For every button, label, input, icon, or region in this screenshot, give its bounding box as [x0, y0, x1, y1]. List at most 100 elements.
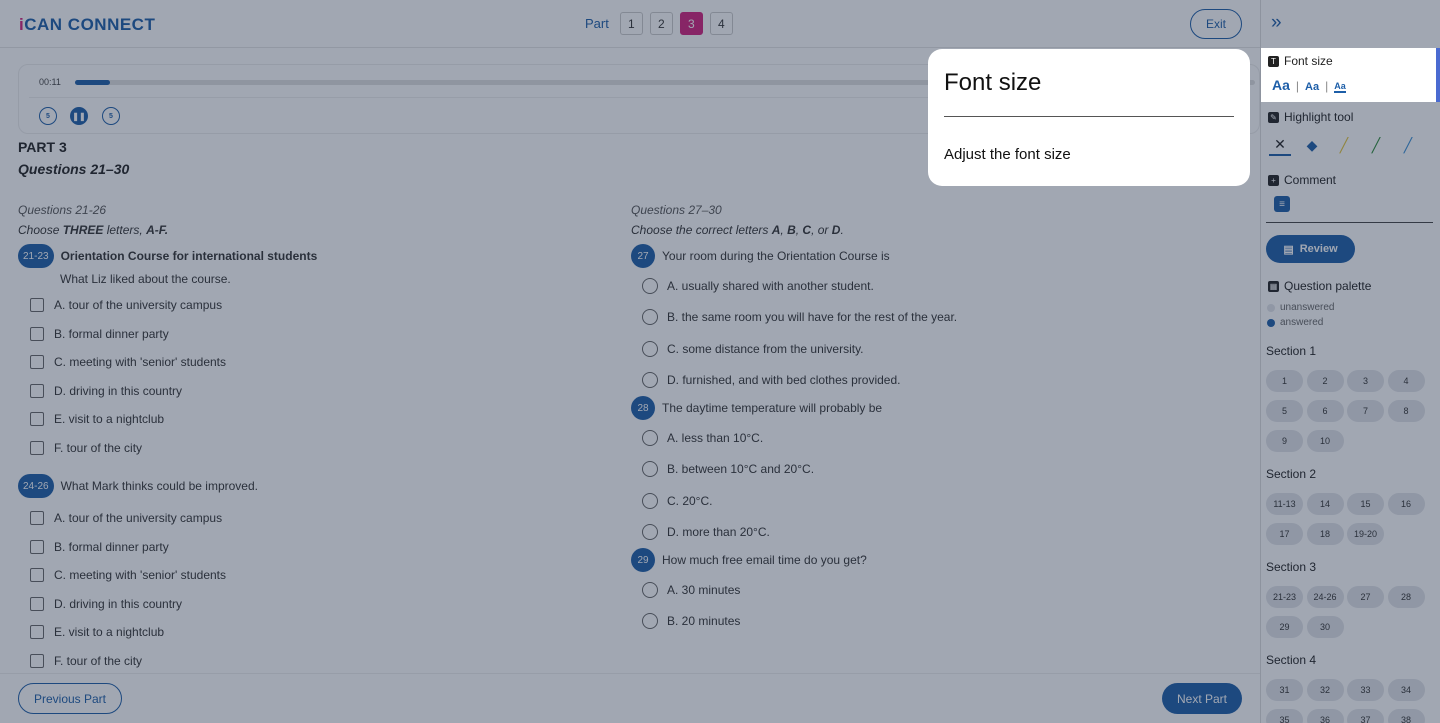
font-size-large[interactable]: Aa	[1272, 77, 1290, 93]
part-4-button[interactable]: 4	[709, 12, 733, 35]
previous-part-button[interactable]: Previous Part	[18, 683, 122, 714]
option-row[interactable]: D. more than 20°C.	[631, 517, 1231, 549]
question-palette-button[interactable]: 17	[1266, 523, 1303, 545]
section-title: Section 3	[1266, 560, 1317, 574]
question-grid: 1 2 3 4 5 6 7 8 9 10	[1266, 370, 1425, 452]
question-palette-button[interactable]: 34	[1387, 679, 1425, 701]
radio-button[interactable]	[642, 372, 658, 389]
highlighter-yellow-icon[interactable]: ╱	[1333, 134, 1355, 156]
radio-button[interactable]	[642, 492, 658, 509]
sidebar: » ✎ Highlight tool ✕ ◆ ╱ ╱ ╱ + Comment ≡ ▤…	[1260, 0, 1440, 723]
checkbox[interactable]	[30, 625, 44, 640]
radio-button[interactable]	[642, 340, 658, 357]
question-palette-button[interactable]: 38	[1387, 709, 1425, 723]
font-size-small[interactable]: Aa	[1334, 81, 1346, 93]
radio-button[interactable]	[642, 429, 658, 446]
part-2-button[interactable]: 2	[649, 12, 673, 35]
option-row[interactable]: A. tour of the university campus	[18, 504, 578, 533]
question-palette-button[interactable]: 15	[1347, 493, 1384, 515]
question-palette-button[interactable]: 14	[1306, 493, 1344, 515]
question-palette-button[interactable]: 27	[1347, 586, 1384, 608]
checkbox[interactable]	[30, 440, 44, 455]
question-palette-button[interactable]: 10	[1306, 430, 1344, 452]
question-palette-button[interactable]: 7	[1347, 400, 1384, 422]
question-palette-button[interactable]: 5	[1266, 400, 1303, 422]
checkbox[interactable]	[30, 326, 44, 341]
rewind-icon[interactable]: 5	[39, 107, 57, 125]
option-row[interactable]: C. meeting with 'senior' students	[18, 348, 578, 377]
highlight-clear-icon[interactable]: ✕	[1269, 134, 1291, 156]
question-palette-button[interactable]: 32	[1306, 679, 1344, 701]
option-row[interactable]: C. 20°C.	[631, 485, 1231, 517]
font-size-medium[interactable]: Aa	[1305, 81, 1319, 93]
question-palette-button[interactable]: 6	[1306, 400, 1344, 422]
option-row[interactable]: F. tour of the city	[18, 647, 578, 676]
checkbox[interactable]	[30, 383, 44, 398]
option-row[interactable]: A. 30 minutes	[631, 574, 1231, 606]
radio-button[interactable]	[642, 613, 658, 630]
option-row[interactable]: D. driving in this country	[18, 590, 578, 619]
option-row[interactable]: B. the same room you will have for the r…	[631, 302, 1231, 334]
checkbox[interactable]	[30, 298, 44, 313]
checkbox[interactable]	[30, 511, 44, 526]
eraser-icon[interactable]: ◆	[1301, 134, 1323, 156]
question-palette-button[interactable]: 37	[1347, 709, 1384, 723]
question-heading: 28 The daytime temperature will probably…	[631, 396, 1231, 420]
checkbox[interactable]	[30, 568, 44, 583]
option-row[interactable]: B. between 10°C and 20°C.	[631, 454, 1231, 486]
highlighter-green-icon[interactable]: ╱	[1365, 134, 1387, 156]
option-row[interactable]: B. formal dinner party	[18, 533, 578, 562]
question-palette-button[interactable]: 4	[1387, 370, 1425, 392]
option-row[interactable]: A. usually shared with another student.	[631, 270, 1231, 302]
option-row[interactable]: C. meeting with 'senior' students	[18, 561, 578, 590]
option-row[interactable]: B. 20 minutes	[631, 606, 1231, 638]
checkbox[interactable]	[30, 653, 44, 668]
radio-button[interactable]	[642, 277, 658, 294]
question-palette-button[interactable]: 31	[1266, 679, 1303, 701]
option-row[interactable]: D. driving in this country	[18, 377, 578, 406]
option-row[interactable]: E. visit to a nightclub	[18, 618, 578, 647]
comment-icon[interactable]: ≡	[1274, 196, 1290, 212]
option-row[interactable]: A. tour of the university campus	[18, 291, 578, 320]
option-row[interactable]: D. furnished, and with bed clothes provi…	[631, 365, 1231, 397]
question-palette-button[interactable]: 36	[1306, 709, 1344, 723]
option-row[interactable]: C. some distance from the university.	[631, 333, 1231, 365]
question-palette-button[interactable]: 35	[1266, 709, 1303, 723]
question-palette-button[interactable]: 19-20	[1347, 523, 1384, 545]
option-row[interactable]: A. less than 10°C.	[631, 422, 1231, 454]
checkbox[interactable]	[30, 412, 44, 427]
collapse-sidebar-icon[interactable]: »	[1271, 12, 1282, 34]
question-palette-button[interactable]: 16	[1387, 493, 1425, 515]
checkbox[interactable]	[30, 539, 44, 554]
question-palette-button[interactable]: 18	[1306, 523, 1344, 545]
forward-icon[interactable]: 5	[102, 107, 120, 125]
radio-button[interactable]	[642, 461, 658, 478]
radio-button[interactable]	[642, 309, 658, 326]
part-3-button[interactable]: 3	[679, 12, 703, 35]
question-palette-button[interactable]: 2	[1306, 370, 1344, 392]
question-palette-button[interactable]: 30	[1306, 616, 1344, 638]
radio-button[interactable]	[642, 524, 658, 541]
radio-button[interactable]	[642, 581, 658, 598]
highlighter-blue-icon[interactable]: ╱	[1397, 134, 1419, 156]
question-palette-button[interactable]: 24-26	[1306, 586, 1344, 608]
question-palette-button[interactable]: 3	[1347, 370, 1384, 392]
checkbox[interactable]	[30, 355, 44, 370]
option-row[interactable]: E. visit to a nightclub	[18, 405, 578, 434]
exit-button[interactable]: Exit	[1190, 9, 1242, 39]
question-palette-button[interactable]: 33	[1347, 679, 1384, 701]
question-palette-button[interactable]: 1	[1266, 370, 1303, 392]
question-palette-button[interactable]: 9	[1266, 430, 1303, 452]
pause-button[interactable]: ❚❚	[70, 107, 88, 125]
question-palette-button[interactable]: 29	[1266, 616, 1303, 638]
option-row[interactable]: F. tour of the city	[18, 434, 578, 463]
next-part-button[interactable]: Next Part	[1162, 683, 1242, 714]
review-button[interactable]: ▤ Review	[1266, 235, 1355, 263]
question-palette-button[interactable]: 8	[1387, 400, 1425, 422]
question-palette-button[interactable]: 28	[1387, 586, 1425, 608]
question-palette-button[interactable]: 11-13	[1266, 493, 1303, 515]
question-palette-button[interactable]: 21-23	[1266, 586, 1303, 608]
option-row[interactable]: B. formal dinner party	[18, 320, 578, 349]
checkbox[interactable]	[30, 596, 44, 611]
part-1-button[interactable]: 1	[619, 12, 643, 35]
